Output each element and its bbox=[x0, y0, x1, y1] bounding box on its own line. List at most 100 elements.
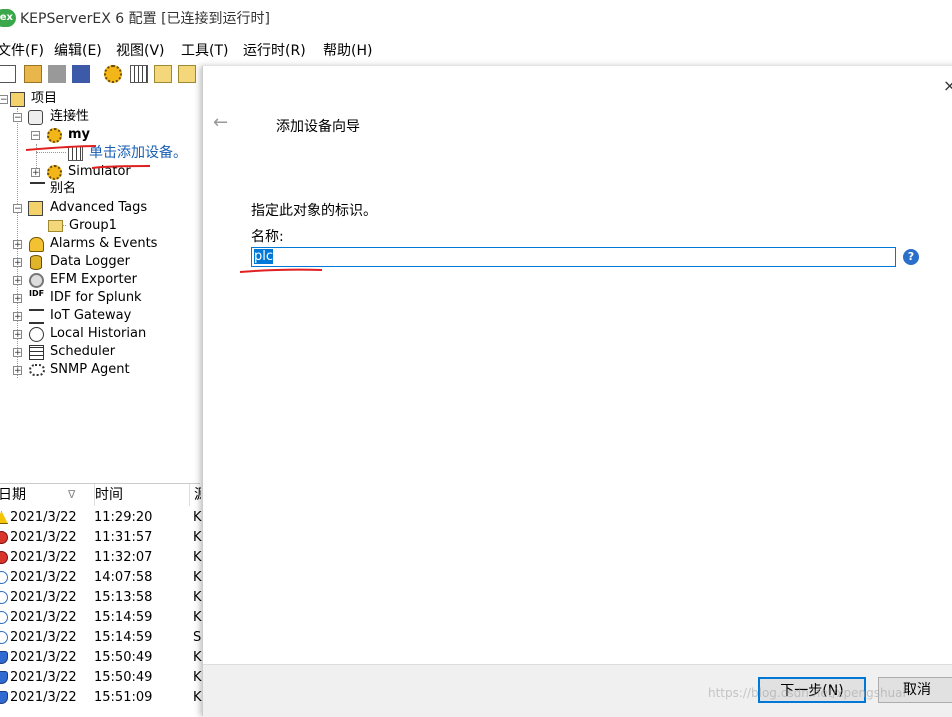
connectivity-icon bbox=[28, 110, 43, 125]
tree-item-scheduler[interactable]: + Scheduler bbox=[0, 343, 200, 361]
menu-tools[interactable]: 工具(T) bbox=[181, 40, 228, 60]
menu-edit[interactable]: 编辑(E) bbox=[54, 40, 102, 60]
device-icon bbox=[68, 146, 83, 161]
log-source: K bbox=[193, 590, 202, 605]
name-label: 名称: bbox=[251, 229, 284, 245]
name-input[interactable]: plc bbox=[251, 247, 896, 267]
open-project-icon[interactable] bbox=[24, 65, 42, 83]
close-icon[interactable]: × bbox=[943, 76, 952, 95]
log-row[interactable]: 2021/3/22 15:50:49 K bbox=[0, 648, 202, 668]
collapse-icon[interactable]: − bbox=[13, 113, 22, 123]
menu-bar: 文件(F) 编辑(E) 视图(V) 工具(T) 运行时(R) 帮助(H) bbox=[0, 38, 952, 60]
identity-prompt: 指定此对象的标识。 bbox=[251, 203, 377, 219]
database-icon bbox=[30, 255, 42, 270]
tree-item-project[interactable]: − 项目 bbox=[0, 90, 200, 108]
log-row[interactable]: 2021/3/22 15:14:59 S bbox=[0, 628, 201, 648]
expand-icon[interactable]: + bbox=[13, 240, 22, 250]
project-icon bbox=[10, 92, 25, 107]
gateway-icon bbox=[29, 309, 44, 324]
menu-view[interactable]: 视图(V) bbox=[116, 40, 165, 60]
dialog-title: 添加设备向导 bbox=[276, 119, 360, 135]
watermark: https://blog.csdn.net/xpengshuai bbox=[708, 686, 906, 700]
new-tag-group-icon[interactable] bbox=[154, 65, 172, 83]
tree-item-advanced-tags[interactable]: − Advanced Tags bbox=[0, 199, 200, 217]
tree-item-efm-exporter[interactable]: + EFM Exporter bbox=[0, 271, 200, 289]
log-date: 2021/3/22 bbox=[10, 650, 77, 665]
menu-file[interactable]: 文件(F) bbox=[0, 40, 44, 60]
menu-runtime[interactable]: 运行时(R) bbox=[243, 40, 306, 60]
error-icon bbox=[0, 531, 8, 544]
log-time: 14:07:58 bbox=[94, 570, 153, 585]
expand-icon[interactable]: + bbox=[13, 312, 22, 322]
expand-icon[interactable]: + bbox=[13, 276, 22, 286]
expand-icon[interactable]: + bbox=[13, 366, 22, 376]
log-source: K bbox=[193, 530, 202, 545]
tree-item-alarms-events[interactable]: + Alarms & Events bbox=[0, 235, 200, 253]
network-icon bbox=[29, 364, 45, 376]
tree-item-aliases[interactable]: 别名 bbox=[0, 180, 200, 198]
info-icon bbox=[0, 631, 8, 644]
channel-gear-icon bbox=[47, 128, 62, 143]
log-date: 2021/3/22 bbox=[10, 610, 77, 625]
new-tag-icon[interactable] bbox=[178, 65, 196, 83]
back-arrow-icon[interactable]: ← bbox=[213, 112, 228, 133]
warning-icon bbox=[0, 511, 8, 524]
log-source: K bbox=[193, 610, 202, 625]
log-row[interactable]: 2021/3/22 11:29:20 K bbox=[0, 508, 202, 528]
tree-item-iot-gateway[interactable]: + IoT Gateway bbox=[0, 307, 200, 325]
save-icon[interactable] bbox=[48, 65, 66, 83]
expand-icon[interactable]: + bbox=[31, 168, 40, 178]
tree-item-data-logger[interactable]: + Data Logger bbox=[0, 253, 200, 271]
tree-item-add-device[interactable]: 单击添加设备。 bbox=[0, 144, 200, 162]
log-row[interactable]: 2021/3/22 14:07:58 K bbox=[0, 568, 202, 588]
column-header-source[interactable]: 源 bbox=[189, 484, 201, 506]
title-bar: ex KEPServerEX 6 配置 [已连接到运行时] bbox=[0, 0, 952, 36]
tree-item-channel-my[interactable]: − my bbox=[0, 126, 200, 144]
log-row[interactable]: 2021/3/22 11:31:57 K bbox=[0, 528, 202, 548]
log-row[interactable]: 2021/3/22 15:51:09 K bbox=[0, 688, 202, 708]
clock-icon bbox=[29, 327, 44, 342]
tree-item-snmp-agent[interactable]: + SNMP Agent bbox=[0, 361, 200, 379]
advanced-tags-icon bbox=[28, 201, 43, 216]
event-log: 日期 ∇ 时间 源 2021/3/22 11:29:20 K 2021/3/22 11:… bbox=[0, 483, 202, 712]
collapse-icon[interactable]: − bbox=[13, 204, 22, 214]
log-time: 11:29:20 bbox=[94, 510, 153, 525]
expand-icon[interactable]: + bbox=[13, 348, 22, 358]
log-row[interactable]: 2021/3/22 15:14:59 K bbox=[0, 608, 202, 628]
window-title: KEPServerEX 6 配置 [已连接到运行时] bbox=[20, 11, 270, 27]
info-icon bbox=[0, 571, 8, 584]
save-as-icon[interactable] bbox=[72, 65, 90, 83]
column-header-date[interactable]: 日期 ∇ bbox=[0, 484, 86, 506]
collapse-icon[interactable]: − bbox=[31, 131, 40, 141]
log-date: 2021/3/22 bbox=[10, 670, 77, 685]
tree-item-connectivity[interactable]: − 连接性 bbox=[0, 108, 200, 126]
alias-icon bbox=[30, 182, 45, 197]
calendar-icon bbox=[29, 345, 44, 360]
log-time: 11:32:07 bbox=[94, 550, 153, 565]
log-time: 15:50:49 bbox=[94, 670, 153, 685]
log-row[interactable]: 2021/3/22 11:32:07 K bbox=[0, 548, 202, 568]
tree-item-local-historian[interactable]: + Local Historian bbox=[0, 325, 200, 343]
expand-icon[interactable]: + bbox=[13, 330, 22, 340]
log-source: K bbox=[193, 650, 202, 665]
new-channel-icon[interactable] bbox=[104, 65, 122, 83]
log-row[interactable]: 2021/3/22 15:50:49 K bbox=[0, 668, 202, 688]
expand-icon[interactable]: + bbox=[13, 294, 22, 304]
log-row[interactable]: 2021/3/22 15:13:58 K bbox=[0, 588, 202, 608]
log-time: 15:14:59 bbox=[94, 630, 153, 645]
new-device-icon[interactable] bbox=[130, 65, 148, 83]
tree-item-simulator[interactable]: + Simulator bbox=[0, 163, 200, 181]
log-date: 2021/3/22 bbox=[10, 530, 77, 545]
tree-item-idf-splunk[interactable]: + IDF IDF for Splunk bbox=[0, 289, 200, 307]
new-project-icon[interactable] bbox=[0, 65, 16, 83]
gauge-icon bbox=[29, 273, 44, 288]
help-icon[interactable]: ? bbox=[903, 249, 919, 265]
menu-help[interactable]: 帮助(H) bbox=[323, 40, 372, 60]
log-date: 2021/3/22 bbox=[10, 630, 77, 645]
kepserver-logo-icon: ex bbox=[0, 9, 16, 27]
folder-icon bbox=[48, 220, 63, 232]
column-header-time[interactable]: 时间 bbox=[94, 484, 187, 506]
collapse-icon[interactable]: − bbox=[0, 95, 8, 105]
tree-item-group1[interactable]: Group1 bbox=[0, 217, 200, 235]
expand-icon[interactable]: + bbox=[13, 258, 22, 268]
